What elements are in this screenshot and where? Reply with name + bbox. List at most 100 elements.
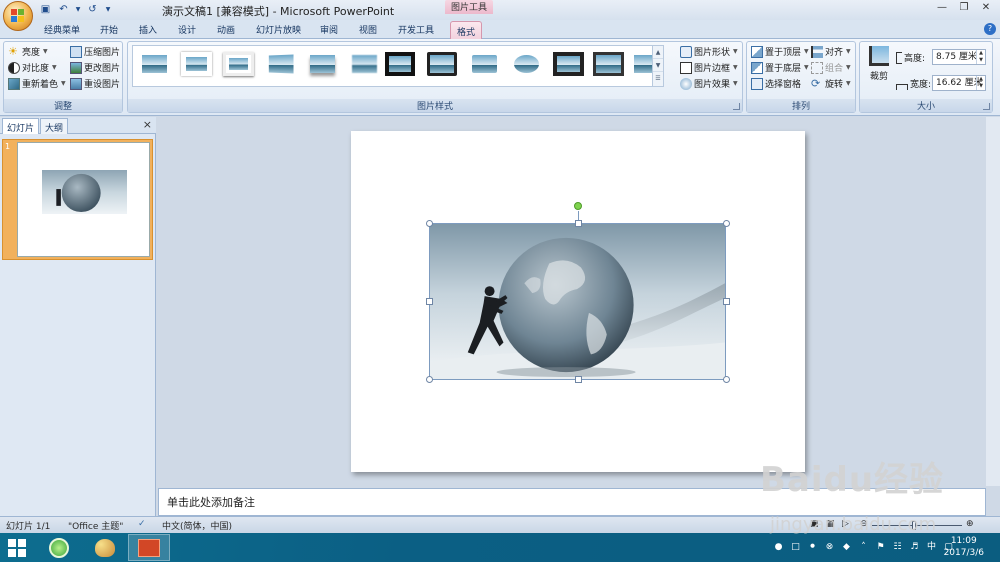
tab-view[interactable]: 视图 xyxy=(359,23,377,36)
tab-outline[interactable]: 大纲 xyxy=(40,118,69,134)
taskbar-paint-button[interactable] xyxy=(84,534,126,561)
clock[interactable]: 11:09 2017/3/6 xyxy=(944,535,984,559)
taskbar-browser-button[interactable] xyxy=(38,534,80,561)
tab-classic-menu[interactable]: 经典菜单 xyxy=(44,23,80,36)
tray-shield-icon[interactable]: ⚫ xyxy=(806,541,819,554)
redo-icon[interactable]: ↺ xyxy=(85,2,100,16)
volume-icon[interactable]: ♬ xyxy=(908,541,921,554)
resize-handle-sw[interactable] xyxy=(426,376,433,383)
flag-icon[interactable]: ⚑ xyxy=(874,541,887,554)
height-spinner-icon[interactable]: ▲ ▼ xyxy=(976,50,985,64)
tab-developer[interactable]: 开发工具 xyxy=(398,23,434,36)
gallery-more-icon[interactable]: ☰ xyxy=(653,72,663,85)
slide-thumbnail-selected[interactable]: 1 xyxy=(2,139,153,260)
tab-insert[interactable]: 插入 xyxy=(139,23,157,36)
tab-home[interactable]: 开始 xyxy=(100,23,118,36)
picture-border-icon xyxy=(680,61,692,74)
picture-effects-button[interactable]: 图片效果 ▼ xyxy=(680,76,738,91)
zoom-in-icon[interactable]: ⊕ xyxy=(966,519,974,529)
minimize-icon[interactable]: — xyxy=(932,0,952,15)
style-thumb[interactable] xyxy=(593,52,624,76)
ime-indicator[interactable]: 中 xyxy=(925,541,938,554)
windows-start-icon[interactable] xyxy=(8,539,26,557)
style-thumb[interactable] xyxy=(307,52,338,76)
show-hidden-icon[interactable]: ˄ xyxy=(857,541,870,554)
resize-handle-ne[interactable] xyxy=(723,220,730,227)
qq-icon[interactable]: ● xyxy=(772,541,785,554)
gallery-scroll[interactable]: ▲ ▼ ☰ xyxy=(652,46,663,86)
undo-icon[interactable]: ↶ xyxy=(56,2,71,16)
bring-to-front-button[interactable]: 置于顶层 ▼ xyxy=(751,44,809,59)
style-thumb[interactable] xyxy=(469,52,500,76)
rotate-label: 旋转 xyxy=(825,80,844,90)
reset-picture-button[interactable]: 重设图片 xyxy=(70,76,120,91)
network-icon[interactable]: ☷ xyxy=(891,541,904,554)
contrast-button[interactable]: 对比度 ▼ xyxy=(8,60,57,75)
style-thumb[interactable] xyxy=(349,52,380,76)
style-thumb[interactable] xyxy=(139,52,170,76)
customize-qat-icon[interactable]: ▼ xyxy=(103,2,113,16)
crop-button[interactable]: 裁剪 xyxy=(864,44,894,86)
style-thumb[interactable] xyxy=(181,52,212,76)
undo-dropdown-icon[interactable]: ▼ xyxy=(74,2,82,16)
help-icon[interactable]: ? xyxy=(984,23,996,35)
office-button[interactable] xyxy=(3,1,33,31)
clock-time: 11:09 xyxy=(950,536,977,546)
close-pane-icon[interactable]: × xyxy=(143,118,152,131)
style-thumb[interactable] xyxy=(265,52,296,76)
resize-handle-se[interactable] xyxy=(723,376,730,383)
tab-format[interactable]: 格式 xyxy=(450,21,483,39)
picture-styles-launcher-icon[interactable] xyxy=(733,103,740,110)
vertical-scrollbar[interactable] xyxy=(986,117,1000,486)
align-button[interactable]: 对齐 ▼ xyxy=(811,44,851,59)
send-to-back-button[interactable]: 置于底层 ▼ xyxy=(751,60,809,75)
width-spinner-icon[interactable]: ▲ ▼ xyxy=(976,76,985,90)
save-icon[interactable]: ▣ xyxy=(38,2,53,16)
taskbar-powerpoint-button[interactable] xyxy=(128,534,170,561)
tab-slides[interactable]: 幻灯片 xyxy=(2,118,40,134)
brightness-button[interactable]: ☀ 亮度 ▼ xyxy=(8,44,48,59)
recolor-button[interactable]: 重新着色 ▼ xyxy=(8,76,66,91)
picture-border-button[interactable]: 图片边框 ▼ xyxy=(680,60,738,75)
resize-handle-n[interactable] xyxy=(575,220,582,227)
style-thumb[interactable] xyxy=(427,52,457,76)
current-slide[interactable] xyxy=(351,131,805,472)
change-picture-button[interactable]: 更改图片 xyxy=(70,60,120,75)
slide-thumbnail[interactable] xyxy=(17,142,150,257)
gallery-down-icon[interactable]: ▼ xyxy=(653,59,663,72)
width-input[interactable]: 16.62 厘米 ▲ ▼ xyxy=(932,75,986,91)
picture-shape-button[interactable]: 图片形状 ▼ xyxy=(680,44,738,59)
compress-pictures-button[interactable]: 压缩图片 xyxy=(70,44,120,59)
selection-pane-button[interactable]: 选择窗格 xyxy=(751,76,801,91)
size-launcher-icon[interactable] xyxy=(983,103,990,110)
restore-icon[interactable]: ❐ xyxy=(954,0,974,15)
selected-picture[interactable] xyxy=(429,223,726,380)
resize-handle-w[interactable] xyxy=(426,298,433,305)
tray-warning-icon[interactable]: ◆ xyxy=(840,541,853,554)
close-icon[interactable]: ✕ xyxy=(976,0,996,15)
tab-review[interactable]: 审阅 xyxy=(320,23,338,36)
resize-handle-e[interactable] xyxy=(723,298,730,305)
rotation-handle[interactable] xyxy=(574,202,582,210)
style-thumb[interactable] xyxy=(223,52,254,76)
tab-design[interactable]: 设计 xyxy=(178,23,196,36)
picture-tools-label: 图片工具 xyxy=(445,0,493,14)
tray-app-icon[interactable]: □ xyxy=(789,541,802,554)
resize-handle-nw[interactable] xyxy=(426,220,433,227)
style-thumb[interactable] xyxy=(553,52,584,76)
gallery-up-icon[interactable]: ▲ xyxy=(653,46,663,59)
group-objects-button[interactable]: 组合 ▼ xyxy=(811,60,851,75)
picture-styles-group-label: 图片样式 xyxy=(128,99,742,112)
style-thumb[interactable] xyxy=(385,52,415,76)
language-indicator[interactable]: 中文(简体，中国) xyxy=(162,519,232,532)
crop-label: 裁剪 xyxy=(869,72,888,82)
reset-picture-label: 重设图片 xyxy=(84,80,121,90)
tab-slideshow[interactable]: 幻灯片放映 xyxy=(256,23,301,36)
tray-close-icon[interactable]: ⊗ xyxy=(823,541,836,554)
style-thumb[interactable] xyxy=(511,52,542,76)
spellcheck-icon[interactable]: ✓ xyxy=(138,519,146,529)
tab-animations[interactable]: 动画 xyxy=(217,23,235,36)
height-input[interactable]: 8.75 厘米 ▲ ▼ xyxy=(932,49,986,65)
resize-handle-s[interactable] xyxy=(575,376,582,383)
rotate-button[interactable]: ⟳ 旋转 ▼ xyxy=(811,76,851,91)
